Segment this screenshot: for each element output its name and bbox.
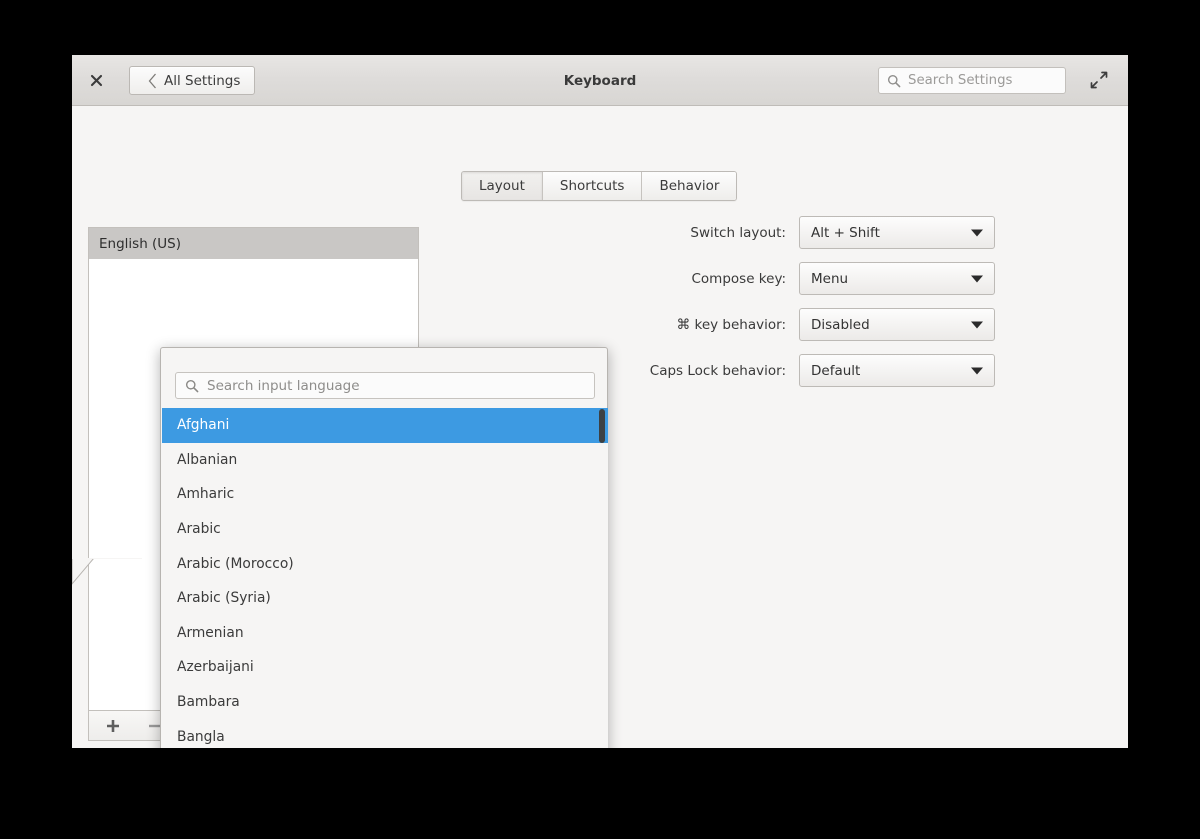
language-name: Afghani — [177, 417, 230, 434]
switch-layout-value: Alt + Shift — [811, 224, 880, 241]
chevron-down-icon — [971, 367, 983, 374]
list-item[interactable]: Azerbaijani — [162, 650, 608, 685]
search-icon — [887, 74, 901, 87]
language-list-scrollbar[interactable] — [599, 409, 605, 748]
screen: All Settings Keyboard Search Settings La… — [0, 0, 1200, 839]
language-name: Bambara — [177, 694, 240, 711]
language-name: Arabic — [177, 521, 221, 538]
list-item[interactable]: Amharic — [162, 477, 608, 512]
caps-lock-value: Default — [811, 362, 861, 379]
plus-icon[interactable] — [103, 716, 123, 736]
keyboard-settings-window: All Settings Keyboard Search Settings La… — [72, 55, 1128, 748]
command-key-dropdown[interactable]: Disabled — [799, 308, 995, 341]
command-key-label: ⌘ key behavior: — [612, 317, 799, 333]
language-search-placeholder: Search input language — [207, 377, 360, 394]
compose-key-value: Menu — [811, 270, 849, 287]
chevron-down-icon — [971, 275, 983, 282]
tab-behavior[interactable]: Behavior — [642, 172, 737, 200]
compose-key-dropdown[interactable]: Menu — [799, 262, 995, 295]
tab-behavior-label: Behavior — [659, 178, 720, 194]
list-item[interactable]: Arabic — [162, 512, 608, 547]
layout-name: English (US) — [99, 235, 182, 252]
compose-key-label: Compose key: — [691, 270, 787, 287]
command-key-label-text: key behavior: — [694, 316, 787, 333]
switch-layout-label: Switch layout: — [690, 224, 786, 241]
window-titlebar: All Settings Keyboard Search Settings — [72, 55, 1128, 106]
search-settings-placeholder: Search Settings — [908, 73, 1013, 88]
language-name: Arabic (Syria) — [177, 590, 271, 607]
list-item[interactable]: Arabic (Morocco) — [162, 546, 608, 581]
list-item[interactable]: Bangla — [162, 719, 608, 748]
maximize-icon[interactable] — [1090, 71, 1110, 91]
list-item[interactable]: English (US) — [89, 228, 418, 259]
tab-shortcuts-label: Shortcuts — [559, 178, 625, 194]
list-item[interactable]: Arabic (Syria) — [162, 581, 608, 616]
keyboard-options-form: Switch layout: Alt + Shift Compose key: … — [612, 216, 1082, 400]
language-name: Albanian — [177, 451, 238, 468]
command-key-value: Disabled — [811, 316, 870, 333]
list-item[interactable]: Afghani — [162, 408, 608, 443]
chevron-down-icon — [971, 321, 983, 328]
list-item[interactable]: Bambara — [162, 685, 608, 720]
list-item[interactable]: Armenian — [162, 616, 608, 651]
option-row-caps-lock: Caps Lock behavior: Default — [612, 354, 1082, 387]
search-icon — [185, 379, 199, 392]
chevron-down-icon — [971, 229, 983, 236]
language-name: Bangla — [177, 728, 225, 745]
caps-lock-label: Caps Lock behavior: — [649, 362, 786, 379]
add-layout-popover: Search input language Afghani Albanian A… — [160, 347, 608, 748]
window-content: Layout Shortcuts Behavior English (US) S… — [72, 106, 1128, 748]
language-search-input[interactable]: Search input language — [175, 372, 595, 399]
language-name: Armenian — [177, 624, 244, 641]
switch-layout-dropdown[interactable]: Alt + Shift — [799, 216, 995, 249]
tab-layout-label: Layout — [479, 178, 525, 194]
scrollbar-thumb[interactable] — [599, 409, 605, 443]
language-name: Amharic — [177, 486, 235, 503]
caps-lock-dropdown[interactable]: Default — [799, 354, 995, 387]
language-list[interactable]: Afghani Albanian Amharic Arabic Arabic (… — [162, 408, 608, 748]
language-name: Azerbaijani — [177, 659, 254, 676]
tab-shortcuts[interactable]: Shortcuts — [542, 172, 643, 200]
tab-bar: Layout Shortcuts Behavior — [461, 171, 738, 201]
popover-action-bar: a Cancel Add Layout — [161, 747, 607, 748]
tab-layout[interactable]: Layout — [462, 172, 543, 200]
popover-tail — [72, 558, 142, 585]
command-key-icon: ⌘ — [676, 316, 691, 333]
list-item[interactable]: Albanian — [162, 443, 608, 478]
search-settings-input[interactable]: Search Settings — [878, 67, 1066, 94]
language-name: Arabic (Morocco) — [177, 555, 294, 572]
option-row-compose-key: Compose key: Menu — [612, 262, 1082, 295]
option-row-command-key: ⌘ key behavior: Disabled — [612, 308, 1082, 341]
option-row-switch-layout: Switch layout: Alt + Shift — [612, 216, 1082, 249]
